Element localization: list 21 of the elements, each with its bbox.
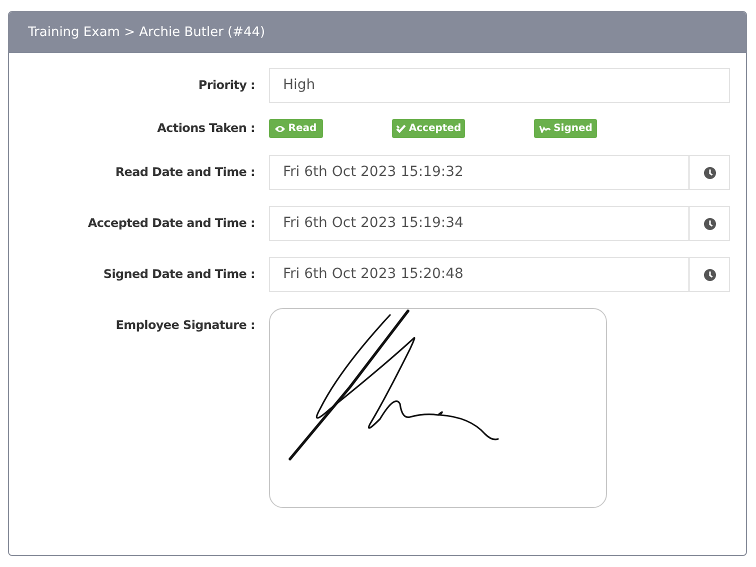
clock-icon bbox=[704, 218, 716, 230]
field-label: Accepted Date and Time : bbox=[88, 216, 255, 230]
clock-icon bbox=[704, 268, 716, 280]
field-label: Employee Signature : bbox=[116, 318, 255, 332]
signature-icon bbox=[538, 124, 551, 132]
status-badge: Accepted bbox=[392, 119, 465, 138]
status-badge: Signed bbox=[534, 119, 597, 138]
priority-field[interactable]: High bbox=[269, 68, 730, 103]
check-icon bbox=[396, 124, 406, 133]
field-label: Priority : bbox=[198, 78, 255, 92]
panel-title: Training Exam > Archie Butler (#44) bbox=[28, 24, 266, 42]
datetime-field[interactable]: Fri 6th Oct 2023 15:20:48 bbox=[269, 257, 730, 292]
eye-icon bbox=[275, 124, 286, 132]
status-badge: Read bbox=[269, 119, 323, 138]
datetime-field[interactable]: Fri 6th Oct 2023 15:19:32 bbox=[269, 155, 730, 190]
field-label: Actions Taken : bbox=[157, 121, 255, 135]
clock-icon bbox=[704, 166, 716, 178]
field-label: Signed Date and Time : bbox=[103, 267, 255, 281]
signature-pad[interactable] bbox=[269, 308, 607, 508]
field-label: Read Date and Time : bbox=[115, 165, 255, 179]
datetime-field[interactable]: Fri 6th Oct 2023 15:19:34 bbox=[269, 206, 730, 241]
